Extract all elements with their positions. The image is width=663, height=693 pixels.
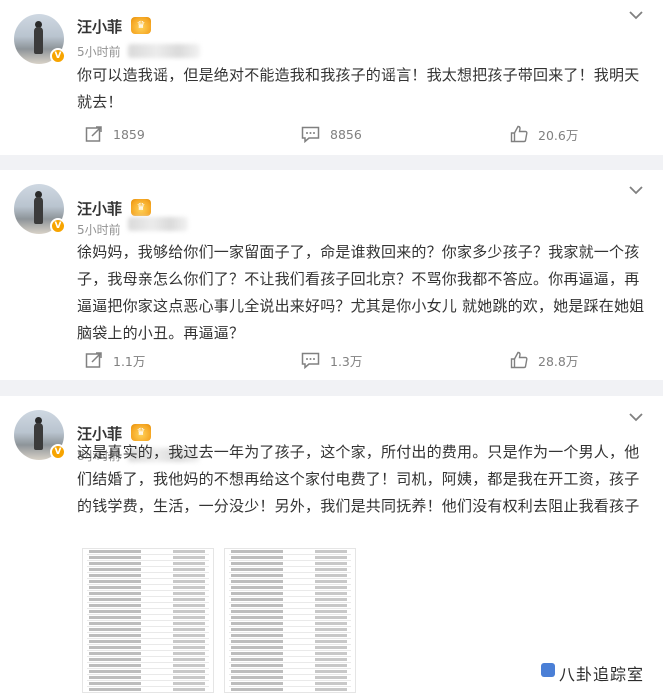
post-time[interactable]: 5小时前 — [77, 221, 121, 238]
comment-icon — [301, 352, 320, 369]
post-card: V 汪小菲 ♛ 5小时前 徐妈妈，我够给你们一家留面子了，命是谁救回来的？你家多… — [0, 170, 663, 380]
expense-image-1[interactable] — [82, 548, 214, 693]
thumbs-up-icon — [510, 125, 528, 143]
like-button[interactable]: 20.6万 — [510, 123, 578, 145]
repost-button[interactable]: 1859 — [85, 123, 145, 145]
post-text: 这是真实的，我过去一年为了孩子，这个家，所付出的费用。只是作为一个男人，他们结婚… — [77, 443, 640, 515]
repost-count: 1859 — [113, 126, 145, 142]
verified-badge: V — [50, 218, 66, 234]
post-card: V 汪小菲 ♛ 5小时前 你可以造我谣，但是绝对不能造我和我孩子的谣言！我太想把… — [0, 0, 663, 155]
post-text: 你可以造我谣，但是绝对不能造我和我孩子的谣言！我太想把孩子带回来了！我明天就去！ — [77, 66, 640, 111]
author-name[interactable]: 汪小菲 — [77, 16, 122, 37]
chevron-down-icon[interactable] — [629, 185, 643, 195]
comment-button[interactable]: 1.3万 — [301, 349, 362, 371]
post-time[interactable]: 5小时前 — [77, 43, 121, 60]
watermark-icon — [541, 663, 555, 677]
crown-icon: ♛ — [131, 199, 151, 216]
author-name[interactable]: 汪小菲 — [77, 198, 122, 219]
action-bar: 1.1万 1.3万 28.8万 — [0, 349, 663, 371]
like-count: 28.8万 — [538, 353, 579, 369]
repost-icon — [85, 352, 102, 368]
comment-icon — [301, 126, 320, 143]
expense-image-2[interactable] — [224, 548, 356, 693]
comment-count: 1.3万 — [330, 353, 363, 369]
action-bar: 1859 8856 20.6万 — [0, 123, 663, 145]
verified-badge: V — [50, 444, 66, 460]
repost-count: 1.1万 — [113, 353, 146, 369]
blurred-source — [128, 44, 200, 58]
post-text: 徐妈妈，我够给你们一家留面子了，命是谁救回来的？你家多少孩子？我家就一个孩子，我… — [77, 243, 645, 342]
watermark: 八卦追踪室 — [557, 661, 647, 685]
verified-badge: V — [50, 48, 66, 64]
comment-count: 8856 — [330, 126, 362, 142]
chevron-down-icon[interactable] — [629, 412, 643, 422]
crown-icon: ♛ — [131, 17, 151, 34]
repost-icon — [85, 126, 102, 142]
repost-button[interactable]: 1.1万 — [85, 349, 145, 371]
like-count: 20.6万 — [538, 127, 579, 143]
thumbs-up-icon — [510, 351, 528, 369]
comment-button[interactable]: 8856 — [301, 123, 362, 145]
blurred-source — [128, 217, 188, 231]
like-button[interactable]: 28.8万 — [510, 349, 578, 371]
chevron-down-icon[interactable] — [629, 10, 643, 20]
